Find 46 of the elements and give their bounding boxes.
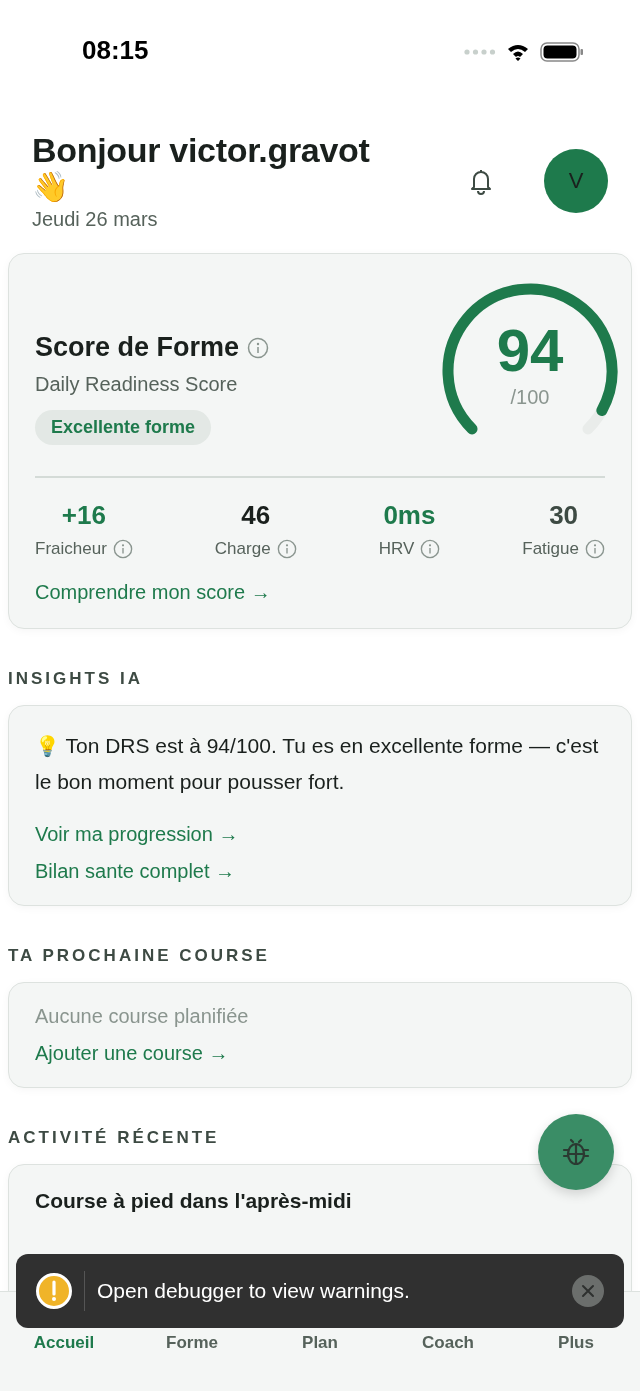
status-time: 08:15 [82,34,149,67]
insight-text: 💡 Ton DRS est à 94/100. Tu es en excellente forme — c'est le bon moment pour pousser fort. [35,732,600,795]
info-icon[interactable] [420,538,441,559]
info-icon[interactable] [112,538,133,559]
tab-item[interactable]: Accueil [0,1332,128,1354]
toast-message: Open debugger to view warnings. [97,1279,411,1303]
metric-label: Fraicheur [35,538,107,559]
empty-message: Aucune course planifiée [35,1004,250,1028]
metric-value: +16 [61,499,106,531]
score-value: 94 [495,316,565,385]
metric-value: 46 [241,499,271,531]
tab-item[interactable]: Plan [256,1332,384,1354]
tab-item[interactable]: Forme [128,1332,256,1354]
date-label: Jeudi 26 mars [32,208,159,231]
battery-icon [540,42,584,62]
metric-value: 0ms [383,499,436,531]
tab-item[interactable]: Plus [512,1332,640,1354]
activity-title[interactable]: Course à pied dans l'après-midi [35,1188,605,1213]
section-heading: INSIGHTS IA [8,668,144,689]
warning-toast[interactable]: Open debugger to view warnings. [16,1254,624,1328]
wifi-icon [506,43,530,61]
insight-link[interactable]: Bilan sante complet → [35,859,236,883]
debug-button[interactable] [538,1114,614,1190]
metric-label: Fatigue [522,538,579,559]
add-race-link[interactable]: Ajouter une course → [35,1041,229,1065]
section-heading: ACTIVITÉ RÉCENTE [8,1127,221,1148]
metric-label: Charge [214,538,271,559]
score-max: /100 [509,386,551,409]
score-subtitle: Daily Readiness Score [35,373,238,396]
section-heading: TA PROCHAINE COURSE [8,945,271,966]
score-link[interactable]: Comprendre mon score → [35,580,271,604]
greeting-title: Bonjour victor.gravot [32,130,371,170]
tab-item[interactable]: Coach [384,1332,512,1354]
info-icon[interactable] [247,336,270,359]
metric-value: 30 [549,499,579,531]
metric-label: HRV [378,538,415,559]
warning-icon [36,1273,72,1309]
status-badge: Excellente forme [35,410,212,445]
info-icon[interactable] [276,538,297,559]
insight-link[interactable]: Voir ma progression → [35,822,239,846]
waving-hand-emoji: 👋 [32,170,70,204]
close-icon[interactable] [572,1275,604,1307]
info-icon[interactable] [584,538,605,559]
signal-icon [464,49,496,55]
score-title: Score de Forme [35,332,240,363]
avatar-button[interactable]: V [544,148,608,213]
